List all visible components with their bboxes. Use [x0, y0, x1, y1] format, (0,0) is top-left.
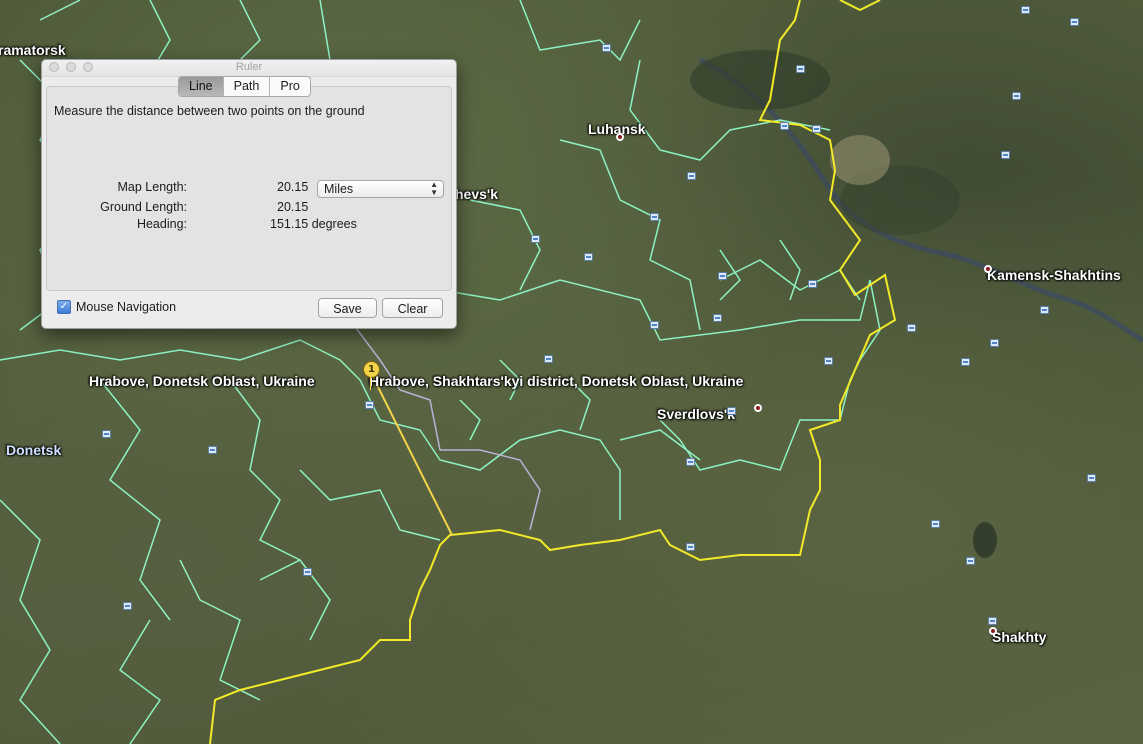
mouse-navigation-checkbox[interactable]: ✓ [57, 300, 71, 314]
ruler-line [371, 374, 453, 536]
place-label-donetsk[interactable]: Donetsk [6, 442, 61, 458]
ground-length-value: 20.15 [277, 200, 309, 214]
poi-icon[interactable] [824, 357, 833, 365]
poi-icon[interactable] [812, 125, 821, 133]
forest-patch [690, 50, 830, 110]
poi-icon[interactable] [544, 355, 553, 363]
poi-icon[interactable] [1021, 6, 1030, 14]
poi-icon[interactable] [808, 280, 817, 288]
sand-patch [830, 135, 890, 185]
place-label-kramatorsk[interactable]: ramatorsk [0, 42, 66, 58]
place-label-hrabove-donetsk[interactable]: Hrabove, Donetsk Oblast, Ukraine [89, 373, 315, 389]
poi-icon[interactable] [687, 172, 696, 180]
place-label-shakhty[interactable]: Shakhty [992, 629, 1046, 645]
ruler-window-title: Ruler [235, 61, 263, 73]
national-border-top [839, 0, 881, 12]
mouse-navigation-label: Mouse Navigation [76, 300, 177, 314]
place-label-partial[interactable]: hevs'k [455, 186, 498, 202]
ruler-dialog: Ruler Line Path Pro Measure the distance… [41, 59, 457, 329]
ruler-panel: Measure the distance between two points … [46, 86, 452, 291]
poi-icon[interactable] [966, 557, 975, 565]
instruction-text: Measure the distance between two points … [54, 104, 365, 118]
poi-icon[interactable] [907, 324, 916, 332]
poi-icon[interactable] [1001, 151, 1010, 159]
ground-length-label: Ground Length: [100, 200, 187, 214]
mouse-navigation-option[interactable]: ✓ Mouse Navigation [57, 300, 176, 314]
poi-icon[interactable] [584, 253, 593, 261]
place-label-kamensk[interactable]: Kamensk-Shakhtins [987, 267, 1121, 283]
poi-icon[interactable] [988, 617, 997, 625]
unit-select-value: Miles [324, 182, 354, 196]
poi-icon[interactable] [1070, 18, 1079, 26]
poi-icon[interactable] [686, 543, 695, 551]
poi-icon[interactable] [1087, 474, 1096, 482]
ruler-tab-bar: Line Path Pro [178, 76, 311, 97]
oblast-boundary-gray [349, 319, 541, 531]
poi-icon[interactable] [650, 213, 659, 221]
poi-icon[interactable] [1012, 92, 1021, 100]
clear-button[interactable]: Clear [382, 298, 443, 318]
poi-icon[interactable] [208, 446, 217, 454]
map-length-label: Map Length: [117, 180, 188, 194]
unit-select[interactable]: Miles ▲ ▼ [317, 180, 444, 198]
city-marker-kamensk[interactable] [984, 265, 992, 273]
map-length-value: 20.15 [277, 180, 309, 194]
poi-icon[interactable] [780, 122, 789, 130]
place-label-sverdlovsk[interactable]: Sverdlovs'k [657, 406, 735, 422]
ruler-start-pin[interactable]: 1 [363, 361, 380, 378]
place-label-hrabove-shakhtarskyi[interactable]: Hrabove, Shakhtars'kyi district, Donetsk… [369, 373, 743, 389]
heading-label: Heading: [136, 217, 187, 231]
poi-icon[interactable] [365, 401, 374, 409]
city-marker-luhansk[interactable] [616, 133, 624, 141]
poi-icon[interactable] [650, 321, 659, 329]
pin-stem [370, 376, 371, 390]
tab-line[interactable]: Line [179, 77, 224, 96]
save-button[interactable]: Save [318, 298, 377, 318]
poi-icon[interactable] [303, 568, 312, 576]
city-marker-shakhty[interactable] [989, 627, 997, 635]
tab-path[interactable]: Path [224, 77, 271, 96]
poi-icon[interactable] [796, 65, 805, 73]
tab-pro[interactable]: Pro [270, 77, 309, 96]
forest-patch [973, 522, 997, 558]
poi-icon[interactable] [123, 602, 132, 610]
heading-value: 151.15 degrees [270, 217, 357, 231]
poi-icon[interactable] [686, 458, 695, 466]
ruler-titlebar[interactable]: Ruler [42, 60, 456, 77]
poi-icon[interactable] [727, 407, 736, 415]
poi-icon[interactable] [718, 272, 727, 280]
chevron-updown-icon: ▲ ▼ [430, 180, 438, 197]
poi-icon[interactable] [531, 235, 540, 243]
poi-icon[interactable] [102, 430, 111, 438]
poi-icon[interactable] [990, 339, 999, 347]
poi-icon[interactable] [713, 314, 722, 322]
poi-icon[interactable] [1040, 306, 1049, 314]
poi-icon[interactable] [931, 520, 940, 528]
poi-icon[interactable] [961, 358, 970, 366]
poi-icon[interactable] [602, 44, 611, 52]
city-marker-sverdlovsk[interactable] [754, 404, 762, 412]
